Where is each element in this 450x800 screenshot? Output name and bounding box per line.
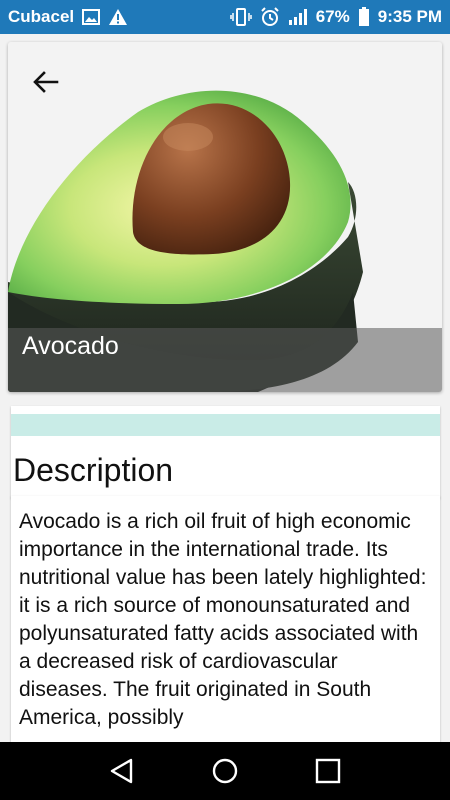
description-header-card: Description bbox=[11, 406, 440, 498]
nav-home-icon bbox=[212, 758, 238, 784]
clock: 9:35 PM bbox=[377, 7, 442, 26]
description-heading: Description bbox=[13, 452, 174, 488]
warning-icon bbox=[108, 8, 128, 26]
signal-icon bbox=[288, 8, 308, 26]
hero-card: Avocado bbox=[8, 42, 442, 392]
content-area: Avocado Description Avocado is a rich oi… bbox=[0, 34, 450, 742]
back-button[interactable] bbox=[26, 62, 66, 102]
description-body-card: Avocado is a rich oil fruit of high econ… bbox=[11, 496, 440, 742]
vibrate-icon bbox=[229, 8, 252, 26]
status-bar: Cubacel 67% 9:35 PM bbox=[0, 0, 450, 34]
nav-home-button[interactable] bbox=[205, 751, 245, 791]
status-left: Cubacel bbox=[8, 7, 128, 27]
nav-back-button[interactable] bbox=[102, 751, 142, 791]
alarm-icon bbox=[260, 7, 280, 27]
nav-back-icon bbox=[110, 758, 132, 784]
fruit-title: Avocado bbox=[22, 332, 119, 360]
carrier-label: Cubacel bbox=[8, 7, 75, 26]
image-icon bbox=[82, 9, 101, 25]
navigation-bar bbox=[0, 742, 450, 800]
nav-recents-button[interactable] bbox=[308, 751, 348, 791]
status-right: 67% 9:35 PM bbox=[229, 7, 442, 27]
accent-bar bbox=[11, 414, 440, 436]
battery-percent: 67% bbox=[315, 7, 350, 26]
battery-icon bbox=[358, 7, 370, 27]
description-text: Avocado is a rich oil fruit of high econ… bbox=[19, 510, 427, 729]
nav-recents-icon bbox=[316, 758, 341, 784]
arrow-left-icon bbox=[33, 71, 59, 93]
